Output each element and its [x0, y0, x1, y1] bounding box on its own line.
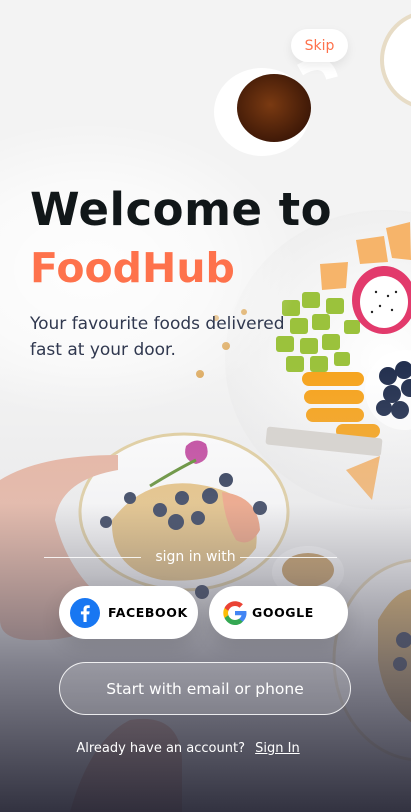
already-have-account-text: Already have an account? [76, 741, 245, 756]
welcome-title: Welcome to [30, 183, 333, 236]
facebook-label: FACEBOOK [108, 605, 188, 620]
google-icon [220, 598, 250, 628]
sign-in-link[interactable]: Sign In [255, 741, 300, 756]
skip-button[interactable]: Skip [291, 29, 348, 62]
email-or-phone-button[interactable]: Start with email or phone [59, 662, 351, 715]
facebook-icon [70, 597, 100, 628]
brand-title: FoodHub [30, 244, 235, 292]
divider-left [44, 557, 141, 558]
welcome-screen: Skip Welcome to FoodHub Your favourite f… [0, 0, 411, 812]
tagline: Your favourite foods delivered fast at y… [30, 314, 285, 360]
divider-right [240, 557, 337, 558]
google-label: GOOGLE [252, 605, 314, 620]
facebook-button[interactable]: FACEBOOK [59, 586, 198, 639]
google-button[interactable]: GOOGLE [209, 586, 348, 639]
signin-prompt: Already have an account? Sign In [0, 741, 376, 756]
